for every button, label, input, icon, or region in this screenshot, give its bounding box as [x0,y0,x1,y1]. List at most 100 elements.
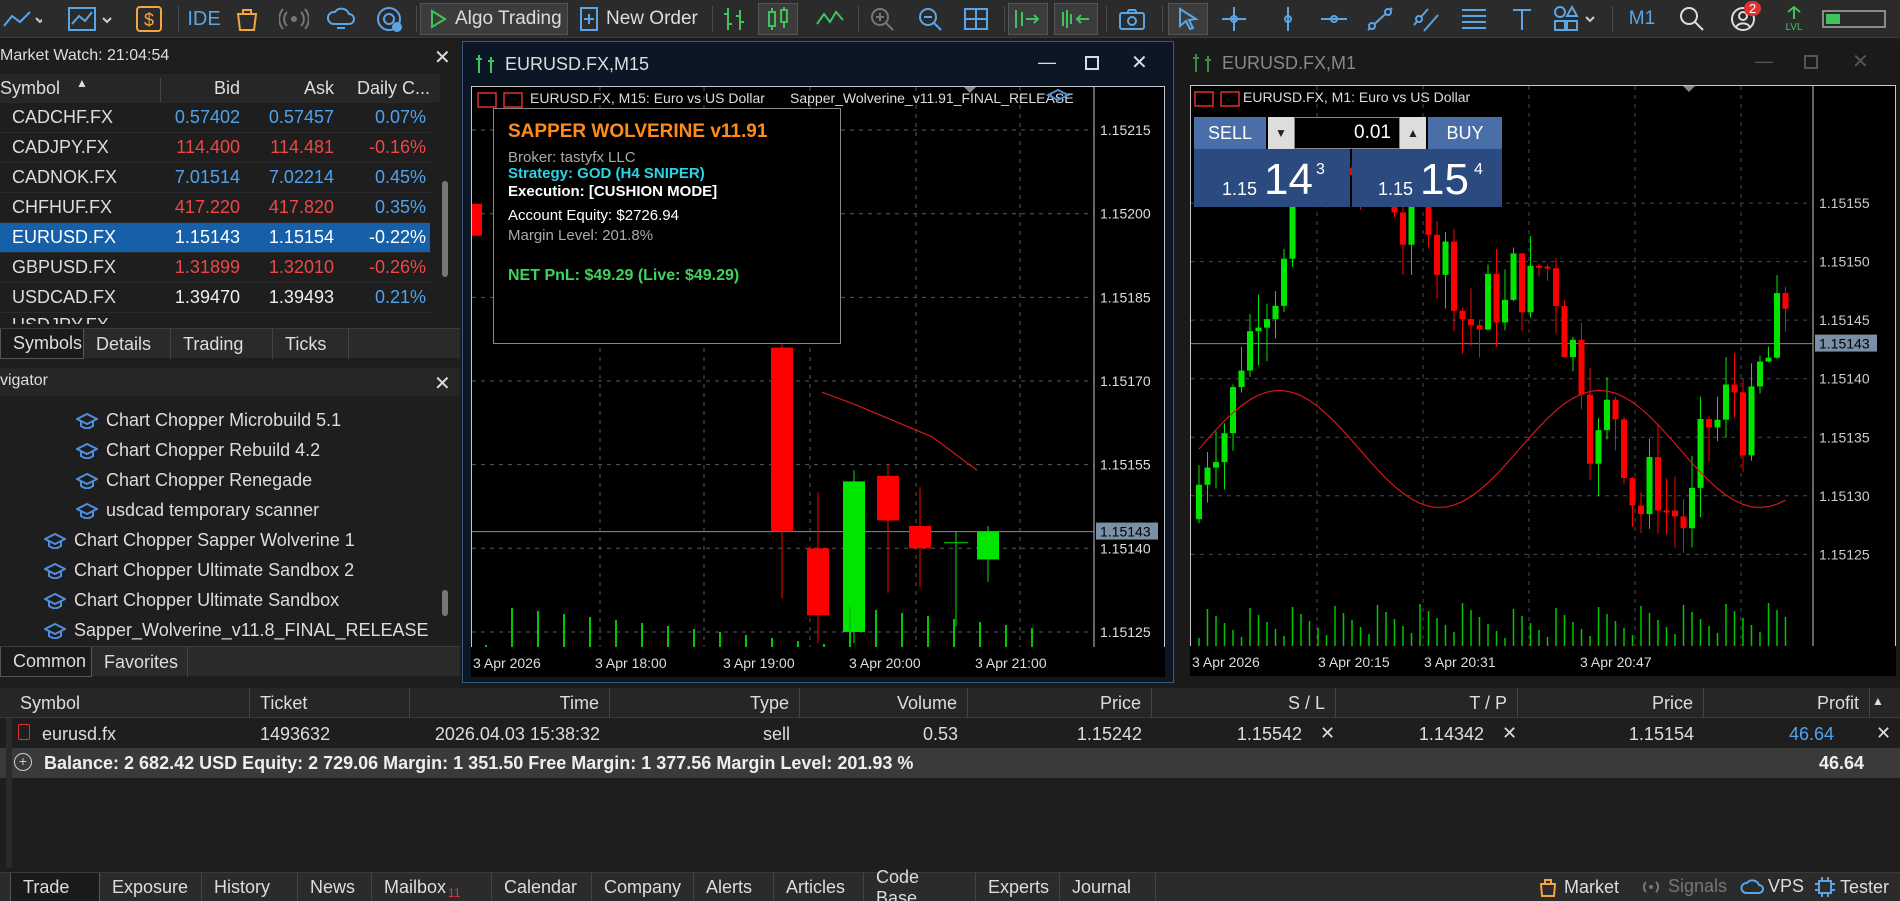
market-button[interactable]: Market [1538,876,1619,898]
ide-button[interactable]: IDE [182,3,226,35]
tab-favorites[interactable]: Favorites [92,647,188,677]
buy-price-box[interactable]: 1.15 15 4 [1352,149,1502,207]
timeframe-button[interactable]: M1 [1620,3,1664,35]
expand-icon[interactable]: + [14,753,32,771]
tp-remove-icon[interactable]: ✕ [1502,723,1517,744]
text-tool-icon[interactable] [1504,3,1540,35]
tab-ticks[interactable]: Ticks [273,329,349,359]
tester-button[interactable]: Tester [1814,876,1889,898]
column-sl[interactable]: S / L [1152,688,1336,718]
tab-news[interactable]: News [298,873,372,901]
tab-symbols[interactable]: Symbols [0,329,84,359]
column-price[interactable]: Price [968,688,1152,718]
close-position-icon[interactable]: ✕ [1876,723,1891,744]
algo-trading-button[interactable]: Algo Trading [420,3,568,35]
close-icon[interactable]: ✕ [1131,50,1148,75]
tab-experts[interactable]: Experts [976,873,1060,901]
column-symbol[interactable]: Symbol [0,78,60,99]
column-tp[interactable]: T / P [1336,688,1518,718]
sell-price-box[interactable]: 1.15 14 3 [1194,149,1350,207]
tab-common[interactable]: Common [0,647,92,677]
close-icon[interactable]: ✕ [434,45,451,70]
tab-calendar[interactable]: Calendar [492,873,592,901]
tab-details[interactable]: Details [84,329,171,359]
market-watch-row[interactable]: GBPUSD.FX 1.31899 1.32010 -0.26% [0,252,430,282]
trendline-icon[interactable] [1362,3,1398,35]
tab-alerts[interactable]: Alerts [694,873,774,901]
zoom-in-icon[interactable] [864,3,900,35]
notifications-icon[interactable]: 2 [1722,1,1766,35]
column-profit[interactable]: Profit [1704,688,1870,718]
cloud-vps-icon[interactable] [324,3,358,35]
candlestick-chart-icon[interactable] [758,3,798,35]
tab-trade[interactable]: Trade [10,873,100,901]
line-type-icon[interactable] [812,3,848,35]
close-icon[interactable]: ✕ [1852,49,1869,74]
chart-template-icon[interactable] [66,3,116,35]
navigator-item[interactable]: Chart Chopper Ultimate Sandbox 2 [42,560,354,581]
fibonacci-icon[interactable] [1456,3,1492,35]
bar-chart-icon[interactable] [716,3,752,35]
market-watch-scrollbar[interactable] [442,181,448,277]
market-watch-row[interactable]: CADNOK.FX 7.01514 7.02214 0.45% [0,162,430,192]
depth-icon[interactable] [1220,91,1240,107]
line-chart-icon[interactable] [0,3,44,35]
navigator-item[interactable]: Sapper_Wolverine_v11.8_FINAL_RELEASE [42,620,429,641]
tab-journal[interactable]: Journal [1060,873,1156,901]
connection-status-icon[interactable] [1818,3,1894,35]
volume-up-icon[interactable]: ▲ [1400,117,1426,149]
screenshot-icon[interactable] [1112,3,1152,35]
signals-button[interactable]: Signals [1640,876,1727,897]
tab-mailbox[interactable]: Mailbox 11 [372,873,492,901]
column-volume[interactable]: Volume [800,688,968,718]
horizontal-line-icon[interactable] [1316,3,1352,35]
shapes-icon[interactable] [1550,3,1604,35]
cursor-icon[interactable] [1168,3,1208,35]
tab-history[interactable]: History [202,873,298,901]
signals-icon[interactable] [278,3,310,35]
vps-button[interactable]: VPS [1740,876,1804,897]
new-order-button[interactable]: New Order [578,3,702,35]
column-bid[interactable]: Bid [160,78,240,102]
navigator-scrollbar[interactable] [442,590,448,616]
column-current-price[interactable]: Price [1518,688,1704,718]
trade-panel-icon[interactable] [1194,91,1214,107]
maximize-icon[interactable] [1085,56,1099,70]
buy-button[interactable]: BUY [1428,117,1502,149]
dollar-icon[interactable]: $ [133,3,165,35]
maximize-icon[interactable] [1804,55,1818,69]
chart-shift-icon[interactable] [1054,3,1098,35]
navigator-item[interactable]: Chart Chopper Renegade [74,470,312,491]
market-bag-icon[interactable] [232,3,262,35]
column-ask[interactable]: Ask [246,78,334,99]
column-type[interactable]: Type [610,688,800,718]
market-watch-row[interactable]: EURUSD.FX 1.15143 1.15154 -0.22% [0,222,430,252]
navigator-item[interactable]: Chart Chopper Microbuild 5.1 [74,410,341,431]
tab-articles[interactable]: Articles [774,873,864,901]
tile-windows-icon[interactable] [958,3,994,35]
navigator-item[interactable]: Chart Chopper Ultimate Sandbox [42,590,339,611]
search-icon[interactable] [1674,3,1710,35]
market-watch-row[interactable]: USDCAD.FX 1.39470 1.39493 0.21% [0,282,430,312]
sell-button[interactable]: SELL [1194,117,1266,149]
minimize-icon[interactable]: — [1038,52,1056,73]
level-icon[interactable]: LVL [1774,3,1814,35]
auto-scroll-icon[interactable] [1008,3,1048,35]
column-symbol[interactable]: Symbol [0,688,250,718]
tab-trading[interactable]: Trading [171,329,273,359]
market-watch-row[interactable]: CADJPY.FX 114.400 114.481 -0.16% [0,132,430,162]
close-icon[interactable]: ✕ [434,371,451,396]
depth-icon[interactable] [503,92,523,108]
navigator-item[interactable]: usdcad temporary scanner [74,500,319,521]
crosshair-icon[interactable] [1216,3,1252,35]
tab-company[interactable]: Company [592,873,694,901]
zoom-out-icon[interactable] [912,3,948,35]
tab-exposure[interactable]: Exposure [100,873,202,901]
navigator-item[interactable]: Chart Chopper Sapper Wolverine 1 [42,530,355,551]
column-time[interactable]: Time [410,688,610,718]
navigator-item[interactable]: Chart Chopper Rebuild 4.2 [74,440,320,461]
column-ticket[interactable]: Ticket [250,688,410,718]
column-daily-change[interactable]: Daily C... [340,78,430,99]
volume-input[interactable]: 0.01 [1294,117,1400,149]
market-watch-row[interactable]: CADCHF.FX 0.57402 0.57457 0.07% [0,102,430,132]
